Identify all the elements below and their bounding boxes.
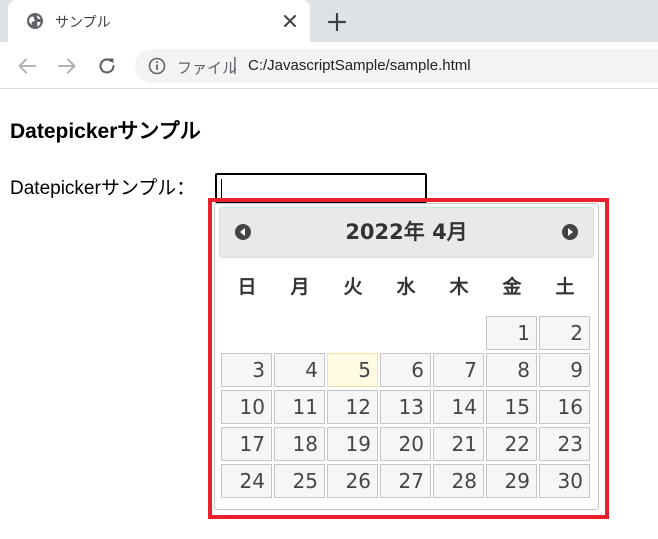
calendar-day[interactable]: 10 (221, 390, 272, 424)
calendar-day[interactable]: 23 (539, 427, 590, 461)
weekday-header: 火 (343, 276, 363, 298)
reload-icon[interactable] (96, 55, 118, 77)
url-separator: | (232, 55, 238, 75)
close-icon[interactable] (280, 11, 300, 31)
forward-arrow-icon[interactable] (56, 55, 78, 77)
circle-triangle-east-icon[interactable] (561, 223, 579, 241)
weekday-header: 日 (237, 276, 257, 298)
calendar-day[interactable]: 8 (486, 353, 537, 387)
url-scheme-label: ファイル (177, 59, 238, 77)
calendar-day[interactable]: 16 (539, 390, 590, 424)
date-field-label: Datepickerサンプル： (10, 178, 196, 199)
calendar-day[interactable]: 30 (539, 464, 590, 498)
calendar-day[interactable]: 28 (433, 464, 484, 498)
weekday-header: 水 (396, 276, 416, 298)
browser-tab[interactable]: サンプル (8, 0, 310, 42)
calendar-day[interactable]: 12 (327, 390, 378, 424)
calendar-day[interactable]: 19 (327, 427, 378, 461)
calendar-day[interactable]: 1 (486, 316, 537, 350)
calendar-day[interactable]: 15 (486, 390, 537, 424)
calendar-day[interactable]: 14 (433, 390, 484, 424)
page-heading: Datepickerサンプル (10, 120, 201, 143)
weekday-header: 木 (449, 276, 469, 298)
calendar-day[interactable]: 25 (274, 464, 325, 498)
calendar-day[interactable]: 4 (274, 353, 325, 387)
weekday-header: 土 (555, 276, 575, 298)
calendar-day[interactable]: 21 (433, 427, 484, 461)
calendar-day[interactable]: 27 (380, 464, 431, 498)
weekday-header: 金 (502, 276, 522, 298)
url-text[interactable]: C:/JavascriptSample/sample.html (248, 57, 471, 74)
calendar-day[interactable]: 9 (539, 353, 590, 387)
calendar-day[interactable]: 24 (221, 464, 272, 498)
text-caret (221, 179, 222, 198)
calendar-day[interactable]: 13 (380, 390, 431, 424)
calendar-day[interactable]: 11 (274, 390, 325, 424)
weekday-header: 月 (290, 276, 310, 298)
calendar-day[interactable]: 3 (221, 353, 272, 387)
plus-icon[interactable] (326, 11, 348, 33)
calendar-day[interactable]: 26 (327, 464, 378, 498)
calendar-day[interactable]: 7 (433, 353, 484, 387)
globe-icon (27, 13, 43, 29)
calendar-day[interactable]: 17 (221, 427, 272, 461)
circle-triangle-west-icon[interactable] (234, 223, 252, 241)
calendar-day[interactable]: 22 (486, 427, 537, 461)
calendar-day[interactable]: 20 (380, 427, 431, 461)
datepicker-month-title: 2022年 4月 (345, 220, 468, 244)
calendar-day[interactable]: 6 (380, 353, 431, 387)
browser-toolbar: ファイル | C:/JavascriptSample/sample.html (0, 42, 658, 89)
info-icon[interactable] (148, 57, 166, 75)
calendar-day[interactable]: 5 (327, 353, 378, 387)
calendar-day[interactable]: 2 (539, 316, 590, 350)
tab-title: サンプル (55, 15, 111, 31)
datepicker-header: 2022年 4月 (219, 207, 594, 258)
calendar-day[interactable]: 18 (274, 427, 325, 461)
tab-strip: サンプル (0, 0, 658, 42)
calendar-day[interactable]: 29 (486, 464, 537, 498)
address-bar[interactable]: ファイル | C:/JavascriptSample/sample.html (135, 49, 658, 83)
back-arrow-icon[interactable] (16, 55, 38, 77)
